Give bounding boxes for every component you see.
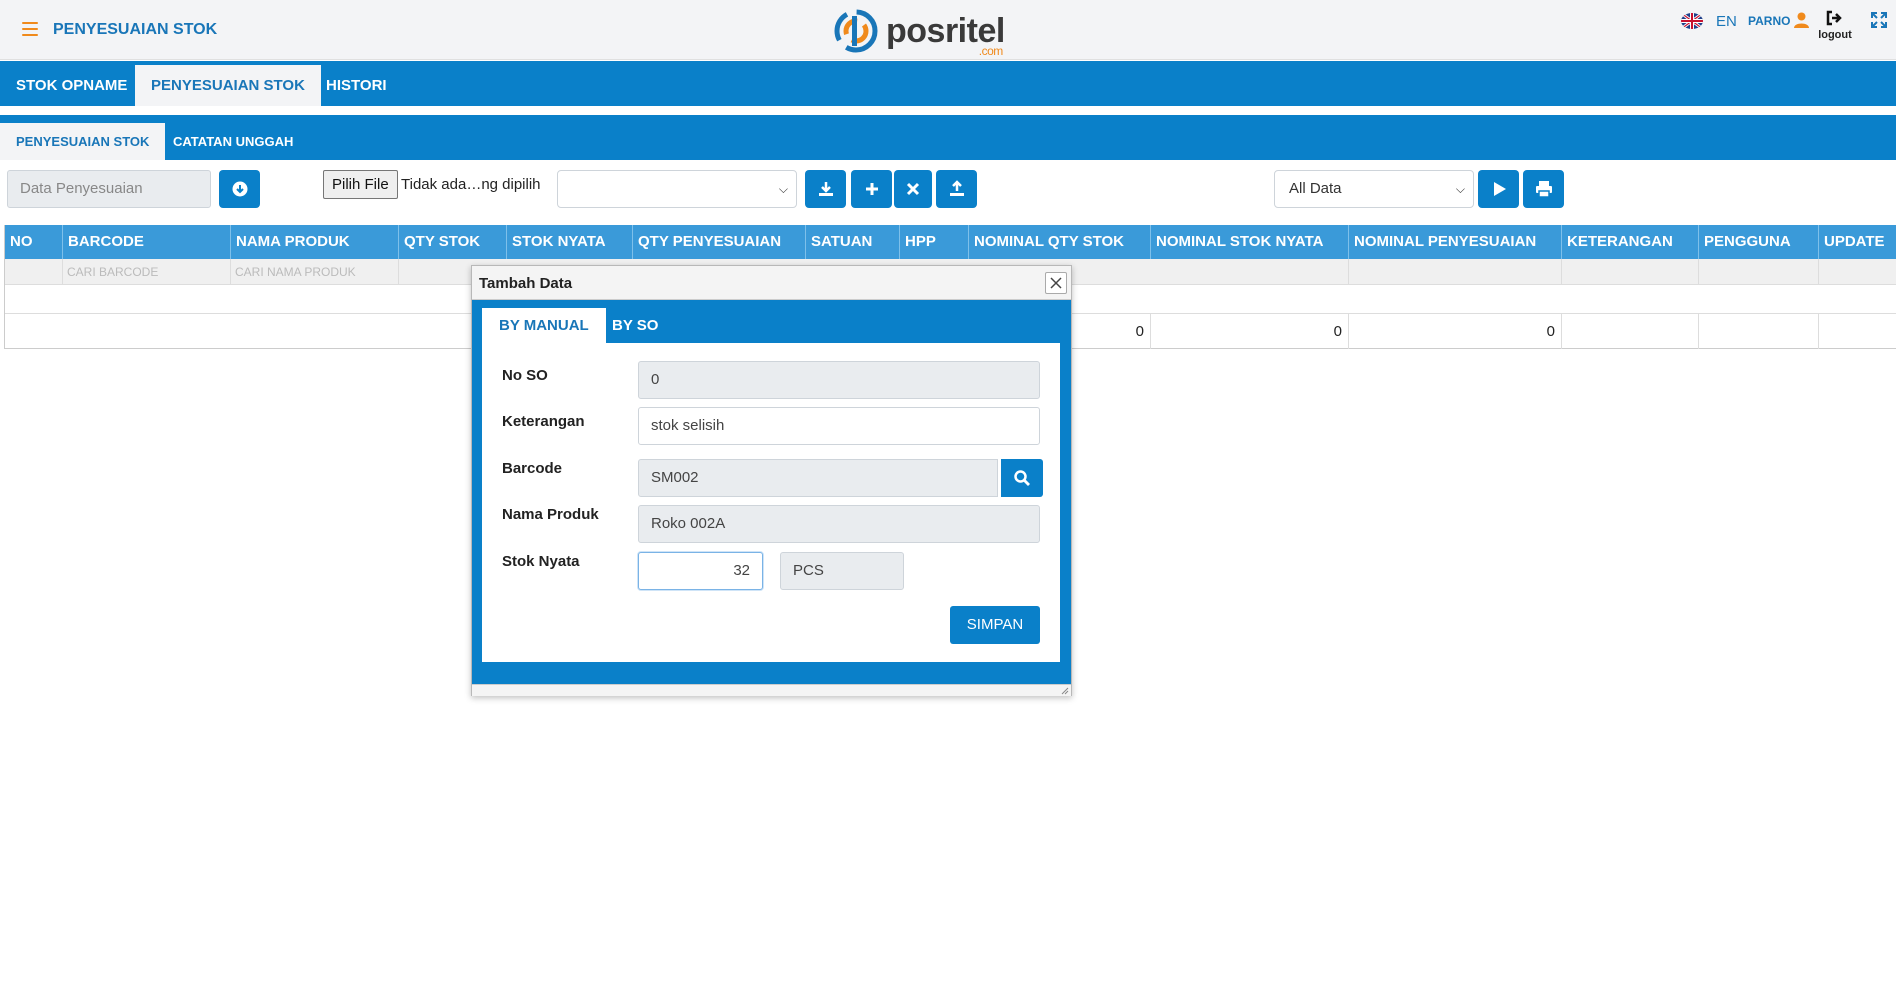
nama-produk-field[interactable]: Roko 002A	[638, 505, 1040, 543]
grid-header: NO BARCODE NAMA PRODUK QTY STOK STOK NYA…	[5, 225, 1896, 259]
data-filter-value: All Data	[1289, 180, 1342, 197]
chevron-down-icon: ⌵	[778, 182, 788, 196]
upload-icon	[949, 180, 964, 196]
save-button[interactable]: SIMPAN	[950, 606, 1040, 644]
tambah-data-dialog: Tambah Data BY MANUAL BY SO No SO 0 Kete…	[471, 265, 1072, 696]
dialog-tab-by-manual[interactable]: BY MANUAL	[482, 308, 606, 343]
play-icon	[1493, 182, 1506, 196]
col-barcode[interactable]: BARCODE	[63, 225, 231, 259]
stok-nyata-label: Stok Nyata	[502, 553, 580, 570]
col-keterangan[interactable]: KETERANGAN	[1562, 225, 1699, 259]
download-icon	[818, 182, 833, 196]
language-toggle[interactable]: EN	[1716, 13, 1737, 30]
tab-penyesuaian-stok[interactable]: PENYESUAIAN STOK	[135, 65, 321, 106]
dialog-title: Tambah Data	[479, 275, 573, 292]
times-icon	[906, 182, 920, 196]
logo-text: posritel .com	[886, 11, 1005, 58]
tab-stok-opname[interactable]: STOK OPNAME	[0, 65, 143, 106]
col-nama-produk[interactable]: NAMA PRODUK	[231, 225, 399, 259]
logo-domain: .com	[978, 43, 1004, 58]
resize-grip-icon[interactable]	[1059, 685, 1069, 695]
total-cell	[1699, 314, 1819, 349]
template-select[interactable]: ⌵	[557, 170, 797, 208]
data-filter-select[interactable]: All Data ⌵	[1274, 170, 1474, 208]
file-status: Tidak ada…ng dipilih	[401, 176, 541, 193]
download-button[interactable]	[805, 170, 846, 208]
barcode-field[interactable]: SM002	[638, 459, 998, 497]
col-nominal-penyesuaian[interactable]: NOMINAL PENYESUAIAN	[1349, 225, 1562, 259]
download-circle-icon	[232, 181, 247, 197]
tab-separator	[0, 106, 1896, 115]
search-icon	[1014, 470, 1030, 486]
total-nominal-stok-nyata: 0	[1151, 314, 1349, 349]
col-satuan[interactable]: SATUAN	[806, 225, 900, 259]
add-button[interactable]	[851, 170, 892, 208]
print-icon	[1535, 181, 1552, 198]
subtab-catatan-unggah[interactable]: CATATAN UNGGAH	[157, 123, 309, 160]
plus-icon	[865, 183, 878, 195]
user-name[interactable]: PARNO	[1748, 14, 1790, 28]
filter-nama-produk-input[interactable]: CARI NAMA PRODUK	[231, 259, 399, 285]
filter-cell	[1562, 259, 1699, 285]
page-title: PENYESUAIAN STOK	[53, 21, 218, 38]
logo: posritel .com	[830, 6, 1005, 58]
col-qty-penyesuaian[interactable]: QTY PENYESUAIAN	[633, 225, 806, 259]
keterangan-field[interactable]: stok selisih	[638, 407, 1040, 445]
download-circle-button[interactable]	[219, 170, 260, 208]
satuan-field[interactable]: PCS	[780, 552, 904, 590]
play-button[interactable]	[1478, 170, 1519, 208]
upload-button[interactable]	[936, 170, 977, 208]
logo-icon	[834, 9, 878, 53]
filter-barcode-input[interactable]: CARI BARCODE	[63, 259, 231, 285]
delete-button[interactable]	[894, 170, 932, 208]
nama-produk-label: Nama Produk	[502, 506, 599, 523]
stok-nyata-field[interactable]: 32	[638, 552, 763, 590]
dialog-footer	[472, 684, 1071, 696]
close-icon	[1050, 277, 1062, 289]
logout-button[interactable]: logout	[1816, 10, 1854, 41]
col-pengguna[interactable]: PENGGUNA	[1699, 225, 1819, 259]
no-so-label: No SO	[502, 367, 548, 384]
user-icon[interactable]	[1794, 12, 1809, 33]
dialog-title-bar[interactable]: Tambah Data	[472, 266, 1071, 300]
total-nominal-penyesuaian: 0	[1349, 314, 1562, 349]
filter-no	[5, 259, 63, 285]
col-no[interactable]: NO	[5, 225, 63, 259]
tab-histori[interactable]: HISTORI	[310, 65, 403, 106]
subtab-penyesuaian-stok[interactable]: PENYESUAIAN STOK	[0, 123, 166, 160]
main-tab-bar: STOK OPNAME PENYESUAIAN STOK HISTORI	[0, 61, 1896, 106]
col-stok-nyata[interactable]: STOK NYATA	[507, 225, 633, 259]
barcode-search-button[interactable]	[1001, 459, 1043, 497]
filter-cell	[1349, 259, 1562, 285]
choose-file-button[interactable]: Pilih File	[323, 170, 398, 199]
logout-label: logout	[1818, 29, 1852, 41]
col-hpp[interactable]: HPP	[900, 225, 969, 259]
filter-cell	[1151, 259, 1349, 285]
chevron-down-icon: ⌵	[1455, 182, 1465, 196]
col-qty-stok[interactable]: QTY STOK	[399, 225, 507, 259]
dialog-form: No SO 0 Keterangan stok selisih Barcode …	[482, 343, 1060, 662]
no-so-field[interactable]: 0	[638, 361, 1040, 399]
col-nominal-stok-nyata[interactable]: NOMINAL STOK NYATA	[1151, 225, 1349, 259]
print-button[interactable]	[1523, 170, 1564, 208]
data-penyesuaian-input[interactable]: Data Penyesuaian	[7, 170, 211, 208]
keterangan-label: Keterangan	[502, 413, 585, 430]
col-update[interactable]: UPDATE	[1819, 225, 1896, 259]
dialog-tab-by-so[interactable]: BY SO	[595, 308, 675, 343]
col-nominal-qty-stok[interactable]: NOMINAL QTY STOK	[969, 225, 1151, 259]
top-header: PENYESUAIAN STOK posritel .com EN PARNO l…	[0, 0, 1896, 60]
dialog-close-button[interactable]	[1045, 272, 1067, 294]
hamburger-menu-icon[interactable]	[22, 22, 38, 36]
fullscreen-icon[interactable]	[1871, 12, 1887, 33]
sub-tab-bar: PENYESUAIAN STOK CATATAN UNGGAH	[0, 115, 1896, 160]
uk-flag-icon[interactable]	[1681, 13, 1703, 29]
total-cell	[1562, 314, 1699, 349]
logout-icon	[1826, 10, 1842, 26]
filter-cell	[1699, 259, 1819, 285]
barcode-label: Barcode	[502, 460, 563, 477]
